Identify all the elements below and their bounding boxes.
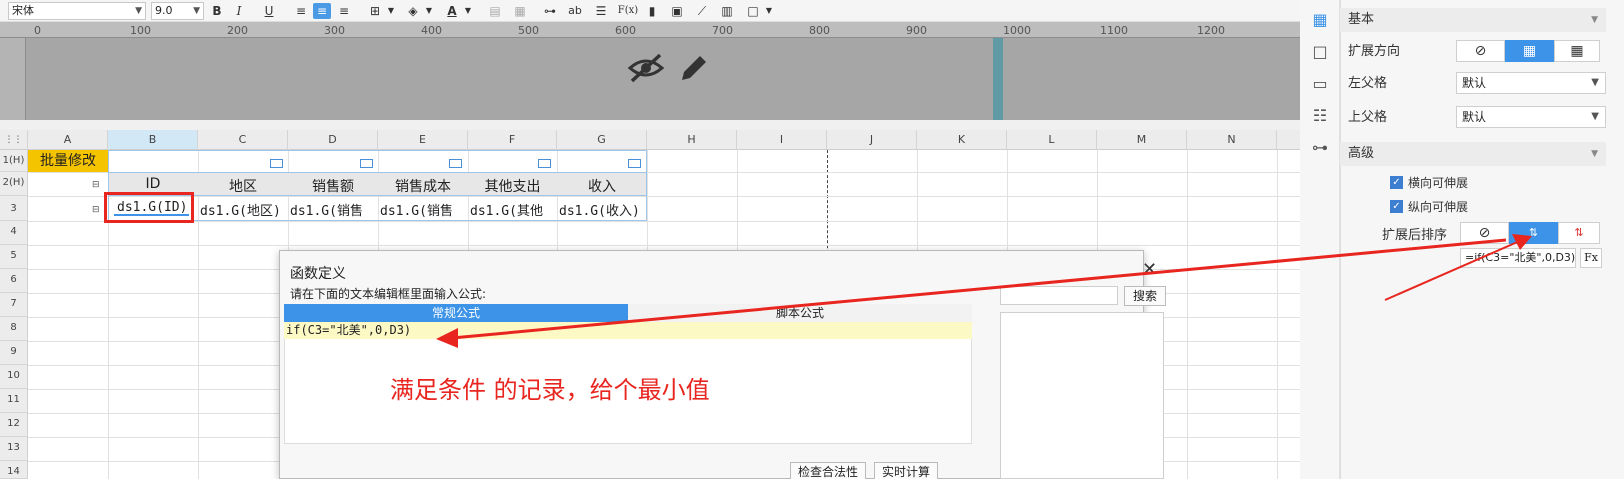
- annotation-arrows: [436, 234, 1532, 348]
- arrowhead-formula: [436, 328, 458, 348]
- arrow-to-formula: [451, 238, 1507, 340]
